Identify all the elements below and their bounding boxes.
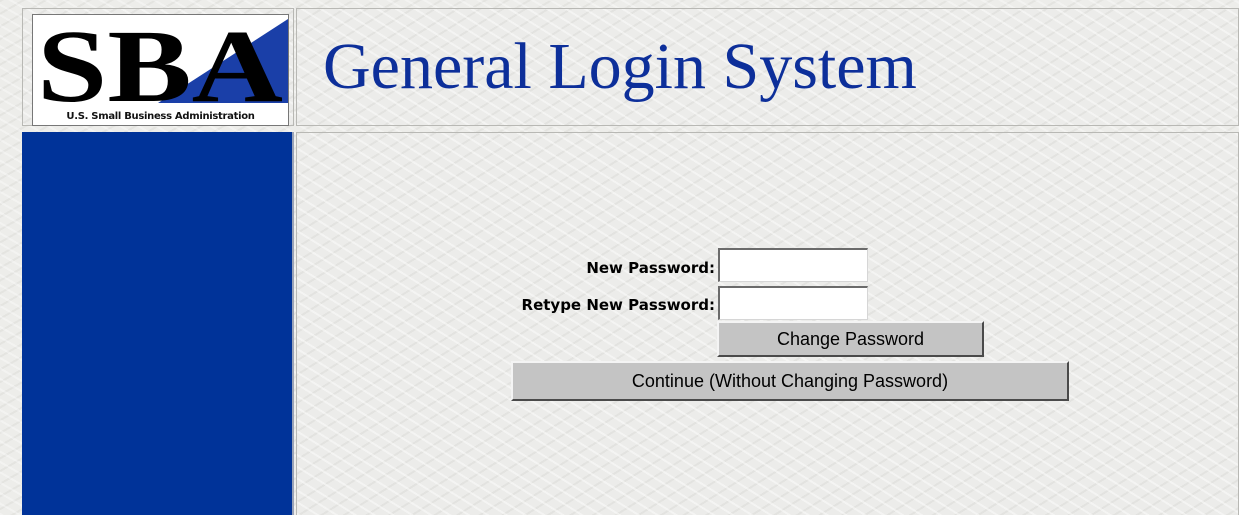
page-title: General Login System [323, 30, 917, 103]
sba-logo: SBA U.S. Small Business Administration [32, 14, 289, 126]
logo-text: SBA [37, 15, 283, 124]
main-content: New Password: Retype New Password: Chang… [296, 132, 1239, 515]
retype-password-label: Retype New Password: [521, 296, 715, 314]
logo-cell: SBA U.S. Small Business Administration [22, 8, 294, 126]
sba-logo-graphic: SBA [37, 15, 288, 124]
new-password-input[interactable] [718, 248, 868, 282]
continue-without-changing-button[interactable]: Continue (Without Changing Password) [511, 361, 1069, 401]
page-frame: SBA U.S. Small Business Administration G… [22, 8, 1239, 515]
logo-subtitle: U.S. Small Business Administration [66, 111, 255, 122]
retype-password-input[interactable] [718, 286, 868, 320]
sidebar [22, 132, 294, 515]
title-cell: General Login System [296, 8, 1239, 126]
change-password-button[interactable]: Change Password [717, 321, 984, 357]
new-password-label: New Password: [586, 259, 715, 277]
